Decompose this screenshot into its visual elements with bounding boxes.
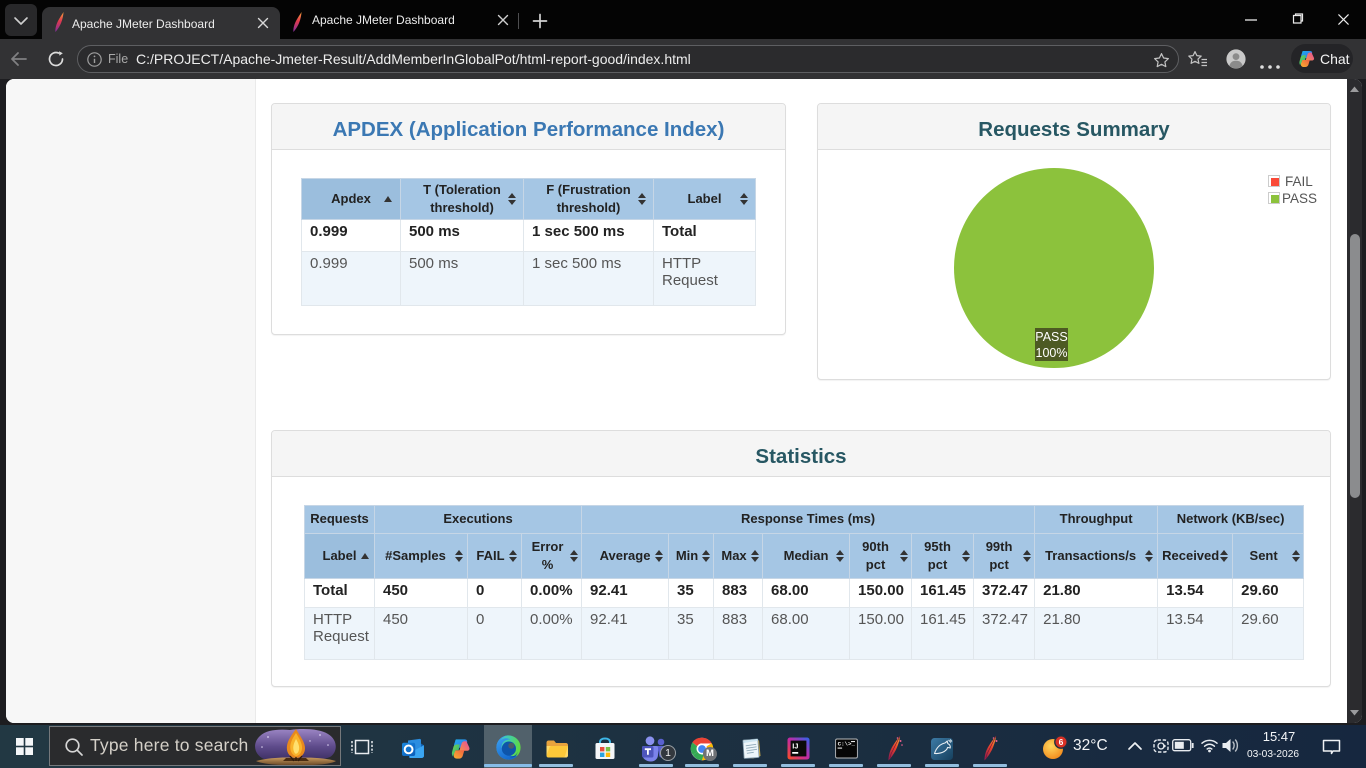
svg-text:IJ: IJ — [792, 741, 798, 750]
svg-text:6: 6 — [1059, 737, 1064, 747]
